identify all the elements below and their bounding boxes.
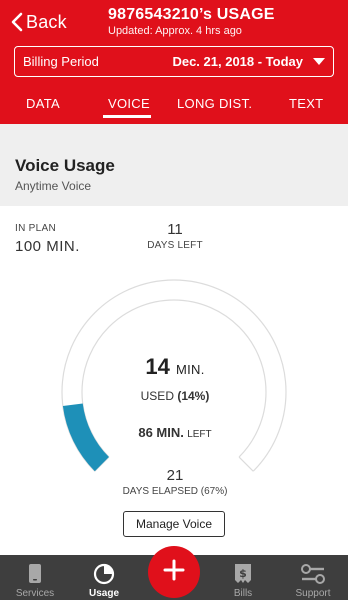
nav-item-support[interactable]: Support xyxy=(278,555,348,600)
days-elapsed-label: DAYS ELAPSED (67%) xyxy=(122,486,228,497)
bill-icon: $ xyxy=(234,563,252,584)
left-label: LEFT xyxy=(187,429,212,440)
app-screen: Back 9876543210’s USAGE Updated: Approx.… xyxy=(0,0,348,600)
wrench-icon xyxy=(300,563,326,584)
used-caption: USED (14%) xyxy=(100,389,250,403)
svg-text:$: $ xyxy=(239,567,247,580)
phone-icon xyxy=(28,563,42,584)
used-value: 14 xyxy=(145,354,170,379)
pie-chart-icon xyxy=(93,563,115,584)
remaining-caption: 86 MIN. LEFT xyxy=(100,425,250,440)
days-elapsed-value: 21 xyxy=(166,467,184,484)
manage-voice-button[interactable]: Manage Voice xyxy=(123,511,225,537)
add-button[interactable] xyxy=(148,546,200,598)
nav-item-usage[interactable]: Usage xyxy=(69,555,139,600)
nav-label-bills: Bills xyxy=(233,588,253,599)
used-unit: MIN. xyxy=(175,362,205,377)
nav-label-usage: Usage xyxy=(88,588,119,599)
used-amount: 14 MIN. xyxy=(100,354,250,380)
left-value: 86 MIN. xyxy=(138,425,184,440)
nav-item-bills[interactable]: $ Bills xyxy=(208,555,278,600)
nav-label-services: Services xyxy=(15,588,55,599)
usage-gauge xyxy=(61,279,287,472)
nav-item-services[interactable]: Services xyxy=(0,555,70,600)
used-percent: (14%) xyxy=(177,389,210,403)
nav-label-support: Support xyxy=(295,588,331,599)
gauge-inner-track xyxy=(81,299,267,472)
plus-icon xyxy=(162,558,186,587)
used-label: USED xyxy=(140,389,174,403)
